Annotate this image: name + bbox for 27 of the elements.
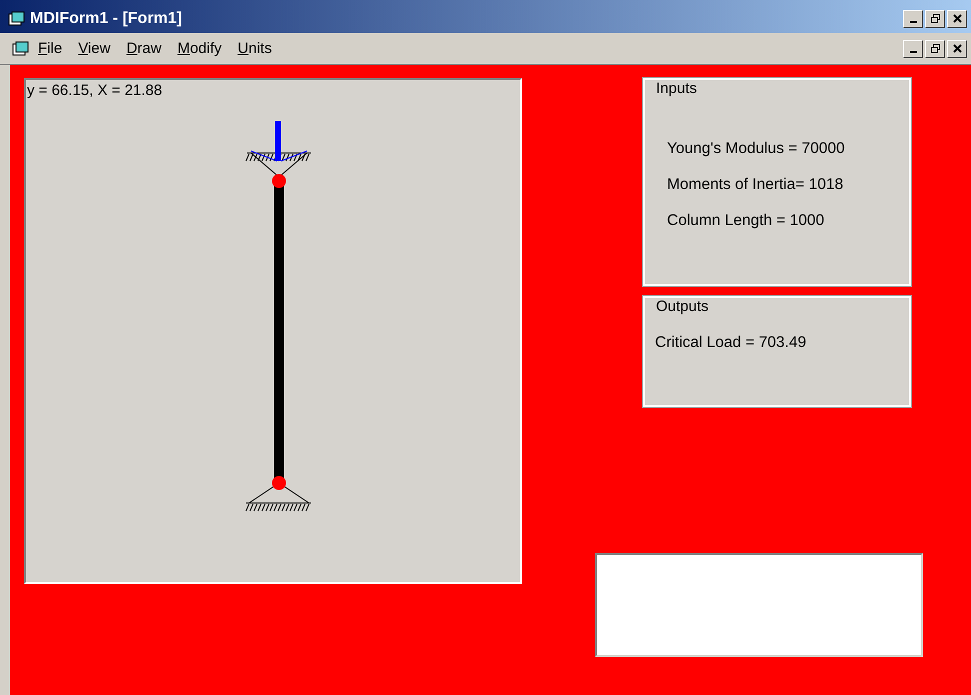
input-value: Column Length = 1000 [667,212,826,230]
menu-item[interactable]: View [70,40,118,57]
window-icon [8,10,26,26]
minimize-icon [910,51,916,53]
coordinate-readout: y = 66.15, X = 21.88 [27,82,162,99]
input-value: Young's Modulus = 70000 [667,140,846,158]
restore-button[interactable] [925,40,945,58]
output-value: Critical Load = 703.49 [655,334,808,352]
close-icon [952,44,962,53]
minimize-button[interactable] [903,40,923,58]
input-value: Moments of Inertia= 1018 [667,176,844,194]
menu-item[interactable]: Modify [169,40,230,57]
restore-button[interactable] [925,10,945,28]
minimize-icon [910,21,916,23]
close-button[interactable] [947,40,967,58]
close-icon [952,14,962,23]
menu-item[interactable]: Draw [118,40,170,57]
restore-icon [930,14,940,23]
document-icon [12,40,30,56]
window-title: MDIForm1 - [Form1] [30,10,182,28]
menu-item[interactable]: Units [230,40,280,57]
close-button[interactable] [947,10,967,28]
group-title: Inputs [654,80,699,98]
restore-icon [930,44,940,53]
minimize-button[interactable] [903,10,923,28]
group-title: Outputs [654,298,711,316]
menu-item[interactable]: File [30,40,70,57]
